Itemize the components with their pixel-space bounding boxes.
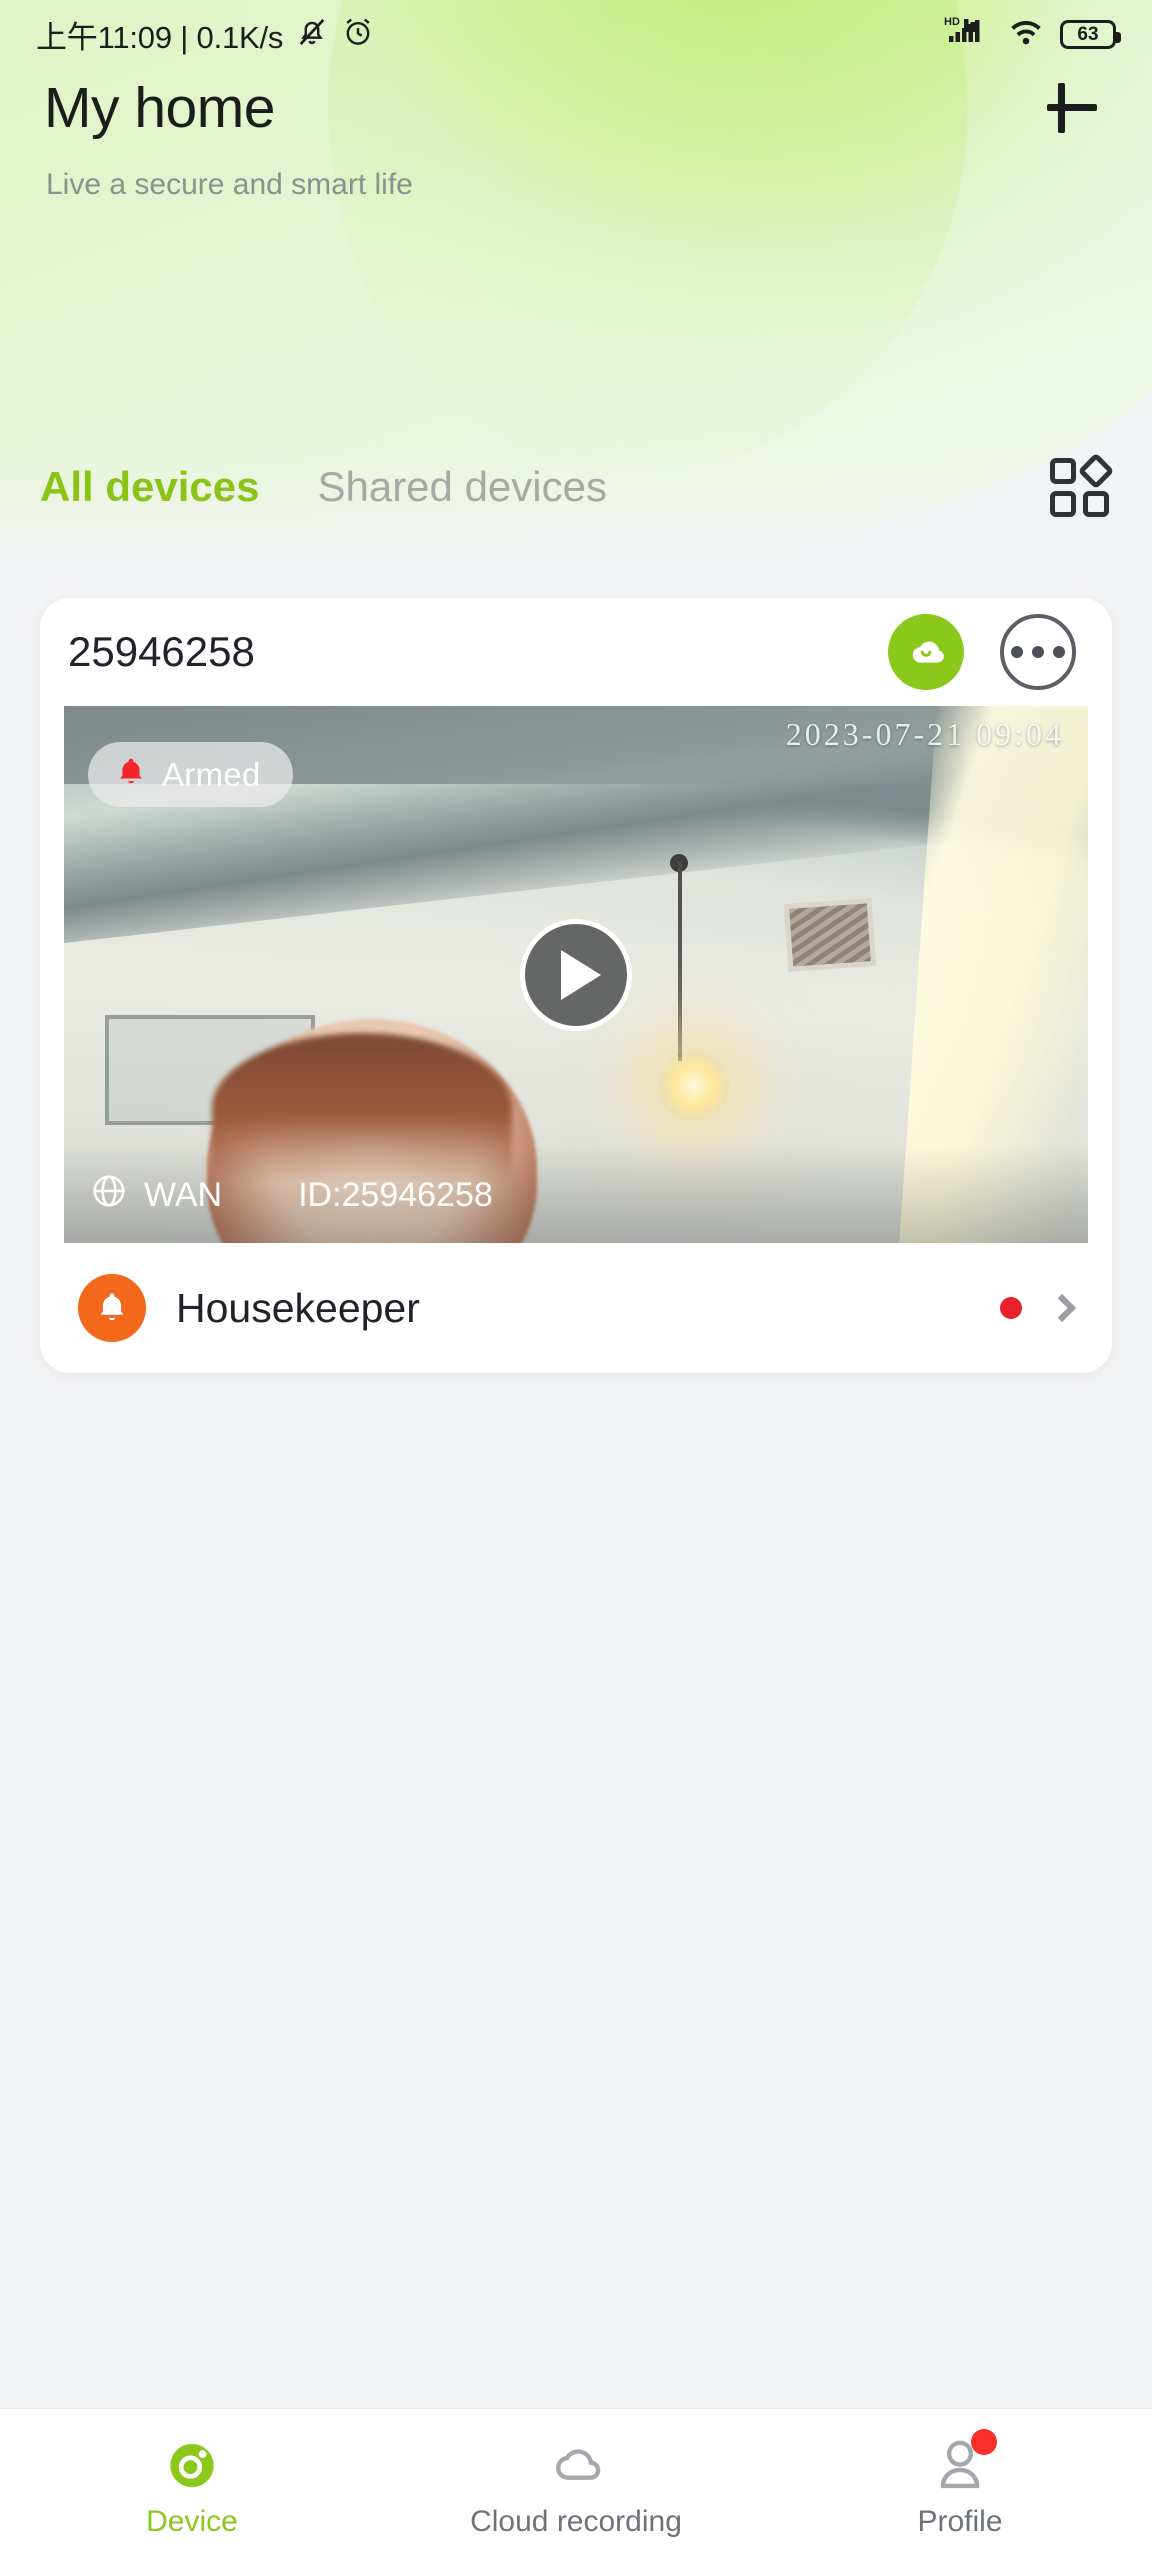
housekeeper-label: Housekeeper (176, 1284, 420, 1331)
page-subtitle: Live a secure and smart life (46, 168, 413, 201)
more-options-icon[interactable] (1000, 614, 1076, 690)
nav-item-cloud-recording[interactable]: Cloud recording (384, 2409, 768, 2539)
device-id-label: 25946258 (68, 628, 255, 675)
bottom-navigation: Device Cloud recording Profile (0, 2408, 1152, 2560)
grid-square-bottom-left (1050, 491, 1076, 517)
device-tabs: All devices Shared devices (0, 452, 1152, 519)
tab-shared-devices[interactable]: Shared devices (317, 463, 607, 511)
status-bar-left: 上午11:09 | 0.1K/s (36, 12, 375, 57)
more-dot (1053, 646, 1065, 658)
nav-item-profile[interactable]: Profile (768, 2409, 1152, 2539)
housekeeper-row-right (1000, 1293, 1077, 1323)
nav-item-device[interactable]: Device (0, 2409, 384, 2539)
page-header: My home Live a secure and smart life (0, 72, 1152, 202)
nav-label-cloud-recording: Cloud recording (470, 2505, 682, 2538)
lamp-cord (678, 861, 683, 1061)
chevron-right-icon[interactable] (1047, 1293, 1077, 1323)
nav-label-device: Device (146, 2505, 238, 2538)
status-bar: 上午11:09 | 0.1K/s HD 63 (0, 0, 1152, 68)
grid-diamond-top-right (1077, 452, 1115, 490)
camera-info-overlay: WAN ID:25946258 (64, 1147, 1088, 1243)
more-dot (1011, 646, 1023, 658)
device-card-header: 25946258 (40, 598, 1112, 706)
title-row: My home (0, 72, 1152, 144)
play-icon[interactable] (520, 918, 632, 1031)
device-card[interactable]: 25946258 Armed 2023-07-21 09:04 WAN ID:2… (40, 598, 1112, 1373)
bell-notification-icon (78, 1274, 146, 1342)
cloud-icon[interactable] (888, 614, 964, 690)
person-icon (929, 2429, 997, 2497)
housekeeper-row[interactable]: Housekeeper (40, 1243, 1112, 1373)
network-type-label: WAN (144, 1175, 223, 1214)
profile-badge-dot (971, 2429, 997, 2455)
alarm-clock-icon (341, 15, 375, 54)
svg-text:HD: HD (944, 16, 960, 28)
bell-muted-icon (295, 15, 329, 54)
grid-square-bottom-right (1083, 491, 1109, 517)
ceiling-vent (783, 898, 877, 972)
page-title: My home (44, 76, 275, 140)
bell-icon (114, 755, 148, 794)
globe-icon (90, 1172, 128, 1219)
status-badge: Armed (88, 742, 293, 807)
more-dot (1032, 646, 1044, 658)
status-time-and-speed: 上午11:09 | 0.1K/s (36, 19, 284, 55)
nav-label-profile: Profile (917, 2505, 1003, 2538)
wifi-icon (1005, 15, 1047, 54)
battery-indicator: 63 (1060, 19, 1121, 49)
camera-id-overlay: ID:25946258 (298, 1175, 493, 1214)
grid-view-icon[interactable] (1048, 452, 1115, 519)
play-triangle (561, 949, 601, 1000)
battery-level-label: 63 (1077, 23, 1099, 45)
add-device-button[interactable] (1036, 72, 1108, 144)
camera-preview[interactable]: Armed 2023-07-21 09:04 WAN ID:25946258 (64, 706, 1088, 1243)
cellular-signal-icon: HD (944, 14, 992, 55)
unread-indicator-dot (1000, 1297, 1022, 1319)
cloud-outline-icon (545, 2431, 607, 2497)
armed-label: Armed (162, 755, 261, 793)
status-bar-right: HD 63 (944, 14, 1121, 55)
tab-all-devices[interactable]: All devices (40, 463, 259, 511)
light-bulb (658, 1051, 729, 1121)
camera-icon (161, 2431, 223, 2497)
grid-square-top-left (1050, 458, 1076, 484)
device-card-actions (888, 614, 1076, 690)
camera-timestamp: 2023-07-21 09:04 (785, 716, 1064, 752)
